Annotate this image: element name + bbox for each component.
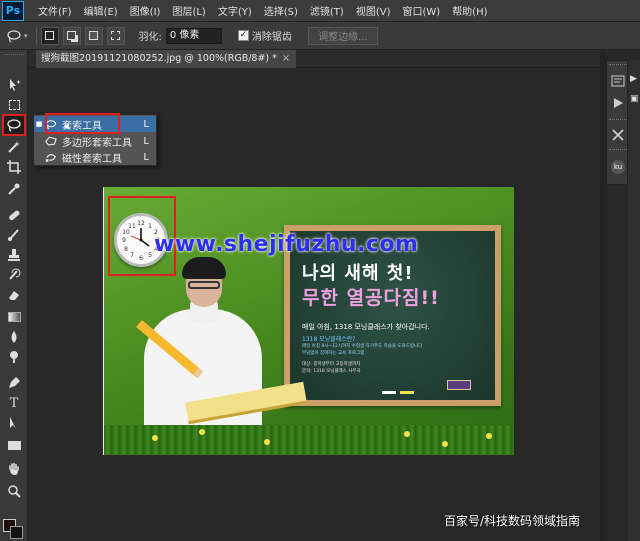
marquee-tool-icon[interactable] <box>4 96 24 114</box>
flower <box>152 435 158 441</box>
board-small-text: 문의: 1318 모닝클래스 사무국 <box>302 369 361 374</box>
flower <box>486 433 492 439</box>
refine-edge-button[interactable]: 调整边缘... <box>307 26 378 45</box>
board-text-line: 1318 모닝클래스란? <box>302 336 356 343</box>
right-dock-strip: ▶ ▣ <box>628 60 640 541</box>
panel-grip[interactable] <box>4 54 24 58</box>
new-selection-icon[interactable] <box>40 26 59 45</box>
feather-label: 羽化: <box>138 32 162 43</box>
board-small-text: 대상: 중학생부터 고등학생까지 <box>302 362 361 367</box>
antialias-label: 消除锯齿 <box>251 32 292 43</box>
history-panel-icon[interactable] <box>610 73 626 89</box>
zoom-tool-icon[interactable] <box>4 482 24 500</box>
magic-wand-icon[interactable] <box>4 138 24 156</box>
crop-tool-icon[interactable] <box>4 158 24 176</box>
board-eraser <box>447 380 471 390</box>
gradient-tool-icon[interactable] <box>4 308 24 326</box>
blur-tool-icon[interactable] <box>4 328 24 346</box>
menu-layer[interactable]: 图层(L) <box>172 3 205 18</box>
board-subheadline: 무한 열공다짐!! <box>302 287 440 309</box>
rectangle-tool-icon[interactable] <box>4 436 24 454</box>
menu-filter[interactable]: 滤镜(T) <box>310 3 344 18</box>
intersect-selection-icon[interactable] <box>106 26 125 45</box>
extension-panel-icon[interactable]: ku <box>610 159 626 175</box>
subtract-selection-icon[interactable] <box>84 26 103 45</box>
dodge-tool-icon[interactable] <box>4 348 24 366</box>
type-tool-icon[interactable]: T <box>4 394 24 412</box>
magnetic-lasso-icon <box>44 152 58 163</box>
flower <box>264 439 270 445</box>
document-tab[interactable]: 搜狗截图20191121080252.jpg @ 100%(RGB/8#) * … <box>36 50 296 68</box>
menu-type[interactable]: 文字(Y) <box>218 3 252 18</box>
flyout-item-shortcut: L <box>143 135 149 147</box>
menu-edit[interactable]: 编辑(E) <box>84 3 118 18</box>
flower <box>442 441 448 447</box>
flyout-highlight-box <box>45 113 120 134</box>
menu-image[interactable]: 图像(I) <box>130 3 161 18</box>
menu-help[interactable]: 帮助(H) <box>452 3 487 18</box>
tools-panel-icon[interactable] <box>610 127 626 143</box>
pen-tool-icon[interactable] <box>4 374 24 392</box>
move-tool-icon[interactable] <box>4 76 24 94</box>
eyedropper-icon[interactable] <box>4 180 24 198</box>
flyout-item-label: 磁性套索工具 <box>62 153 122 165</box>
path-selection-icon[interactable] <box>4 414 24 432</box>
hand-tool-icon[interactable] <box>4 460 24 478</box>
board-headline: 나의 새해 첫! <box>302 263 414 284</box>
lasso-tool-icon[interactable] <box>2 114 26 136</box>
actions-panel-icon[interactable] <box>610 95 626 111</box>
healing-brush-icon[interactable] <box>4 206 24 224</box>
person-glasses <box>188 281 220 289</box>
brush-tool-icon[interactable] <box>4 226 24 244</box>
chevron-down-icon[interactable]: ▾ <box>24 32 28 40</box>
collapsed-panel-dock: ku <box>606 60 628 185</box>
menu-file[interactable]: 文件(F) <box>38 3 72 18</box>
source-credit: 百家号/科技数码领域指南 <box>444 514 581 528</box>
flyout-item-shortcut: L <box>143 118 149 130</box>
selected-bullet-icon: ■ <box>35 120 43 128</box>
panel-grip[interactable] <box>609 64 627 67</box>
menu-bar: Ps 文件(F) 编辑(E) 图像(I) 图层(L) 文字(Y) 选择(S) 滤… <box>0 0 640 22</box>
board-small-text: 부담없이 참여하는 교육 프로그램 <box>302 351 365 356</box>
add-selection-icon[interactable] <box>62 26 81 45</box>
lasso-preset-icon[interactable] <box>6 28 22 44</box>
antialias-checkbox[interactable]: ✓ <box>237 30 249 41</box>
panel-grip[interactable] <box>609 119 627 122</box>
flower <box>404 431 410 437</box>
close-icon[interactable]: × <box>282 50 290 68</box>
board-text-line: 매일 아침, 1318 모닝클래스가 찾아갑니다. <box>302 323 430 331</box>
person-hair <box>182 257 226 279</box>
menu-window[interactable]: 窗口(W) <box>402 3 440 18</box>
document-tab-bar: 搜狗截图20191121080252.jpg @ 100%(RGB/8#) * … <box>28 50 600 68</box>
flyout-item-label: 多边形套索工具 <box>62 137 132 149</box>
chalk-piece <box>382 391 396 394</box>
separator <box>35 26 37 45</box>
flyout-item-polygonal-lasso[interactable]: 多边形套索工具 L <box>34 133 156 149</box>
tools-panel: T <box>0 50 28 541</box>
grass-strip <box>104 425 514 455</box>
polygonal-lasso-icon <box>44 136 58 147</box>
clone-stamp-icon[interactable] <box>4 246 24 264</box>
chalk-piece <box>400 391 414 394</box>
panel-grip[interactable] <box>609 149 627 152</box>
color-panel-icon[interactable]: ▶ <box>630 74 640 84</box>
background-color-swatch[interactable] <box>10 526 23 539</box>
feather-input[interactable]: 0 像素 <box>165 27 222 44</box>
document-tab-title: 搜狗截图20191121080252.jpg @ 100%(RGB/8#) * <box>41 53 277 64</box>
photoshop-logo: Ps <box>2 0 24 21</box>
history-brush-icon[interactable] <box>4 266 24 284</box>
flyout-item-shortcut: L <box>143 151 149 163</box>
eraser-tool-icon[interactable] <box>4 286 24 304</box>
watermark-text: www.shejifuzhu.com <box>154 232 419 257</box>
menu-view[interactable]: 视图(V) <box>356 3 391 18</box>
menu-select[interactable]: 选择(S) <box>264 3 298 18</box>
board-small-text: 매일 아침 8시~12시까지 수험생 자기주도 학습을 도와드립니다 <box>302 344 423 349</box>
flower <box>199 429 205 435</box>
options-bar: ▾ 羽化: 0 像素 ✓ 消除锯齿 调整边缘... <box>0 22 640 50</box>
flyout-item-magnetic-lasso[interactable]: 磁性套索工具 L <box>34 149 156 165</box>
swatches-panel-icon[interactable]: ▣ <box>630 94 640 104</box>
